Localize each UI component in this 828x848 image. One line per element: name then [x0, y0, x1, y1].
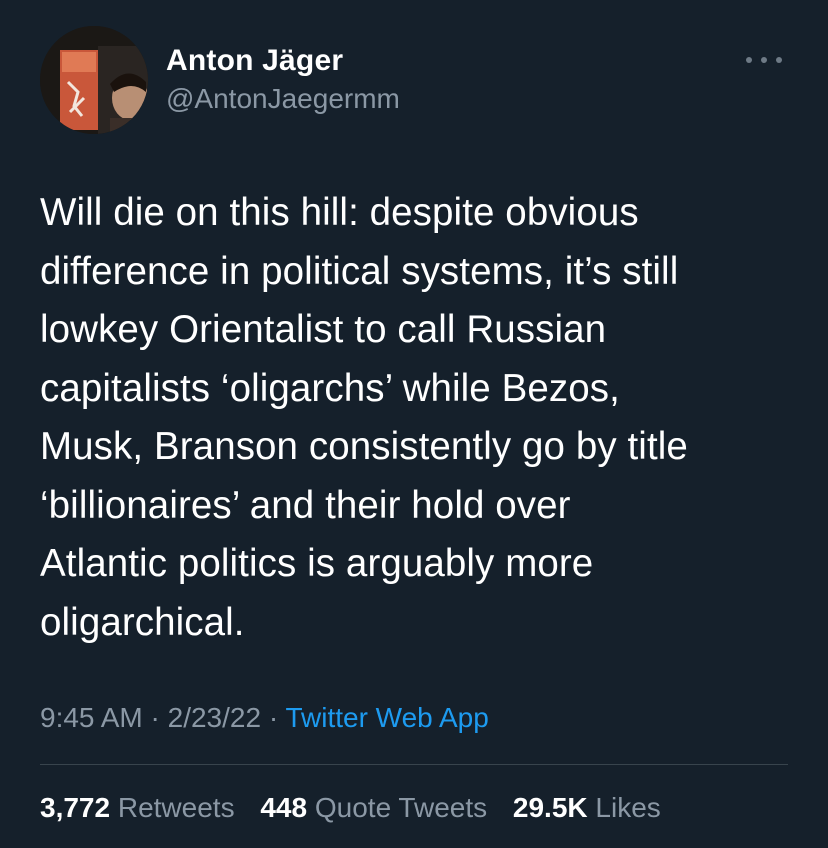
avatar-image — [40, 26, 148, 134]
author-handle[interactable]: @AntonJaegermm — [166, 82, 400, 116]
author-block: Anton Jäger @AntonJaegermm — [166, 44, 400, 116]
quote-tweets-stat[interactable]: 448 Quote Tweets — [260, 790, 487, 826]
retweets-stat[interactable]: 3,772 Retweets — [40, 790, 235, 826]
retweets-label: Retweets — [117, 792, 235, 823]
more-horizontal-icon-dot — [761, 57, 767, 63]
more-horizontal-icon-dot — [776, 57, 782, 63]
tweet-stats: 3,772 Retweets 448 Quote Tweets 29.5K Li… — [40, 790, 679, 826]
likes-stat[interactable]: 29.5K Likes — [513, 790, 661, 826]
avatar[interactable] — [40, 26, 148, 134]
quote-tweets-label: Quote Tweets — [314, 792, 488, 823]
tweet-source-link[interactable]: Twitter Web App — [285, 702, 488, 733]
tweet-time[interactable]: 9:45 AM — [40, 702, 143, 733]
more-options-button[interactable] — [746, 50, 782, 70]
meta-separator: · — [150, 702, 160, 733]
tweet-meta: 9:45 AM · 2/23/22 · Twitter Web App — [40, 700, 489, 736]
more-horizontal-icon — [746, 57, 752, 63]
likes-count: 29.5K — [512, 792, 588, 823]
tweet-text: Will die on this hill: despite obvious d… — [40, 191, 688, 644]
divider — [40, 764, 788, 765]
retweets-count: 3,772 — [40, 792, 111, 823]
tweet-detail: Anton Jäger @AntonJaegermm Will die on t… — [0, 0, 828, 848]
meta-separator: · — [268, 702, 279, 733]
quote-tweets-count: 448 — [260, 792, 308, 823]
author-display-name[interactable]: Anton Jäger — [166, 44, 400, 78]
likes-label: Likes — [595, 792, 661, 823]
tweet-date[interactable]: 2/23/22 — [168, 702, 261, 733]
